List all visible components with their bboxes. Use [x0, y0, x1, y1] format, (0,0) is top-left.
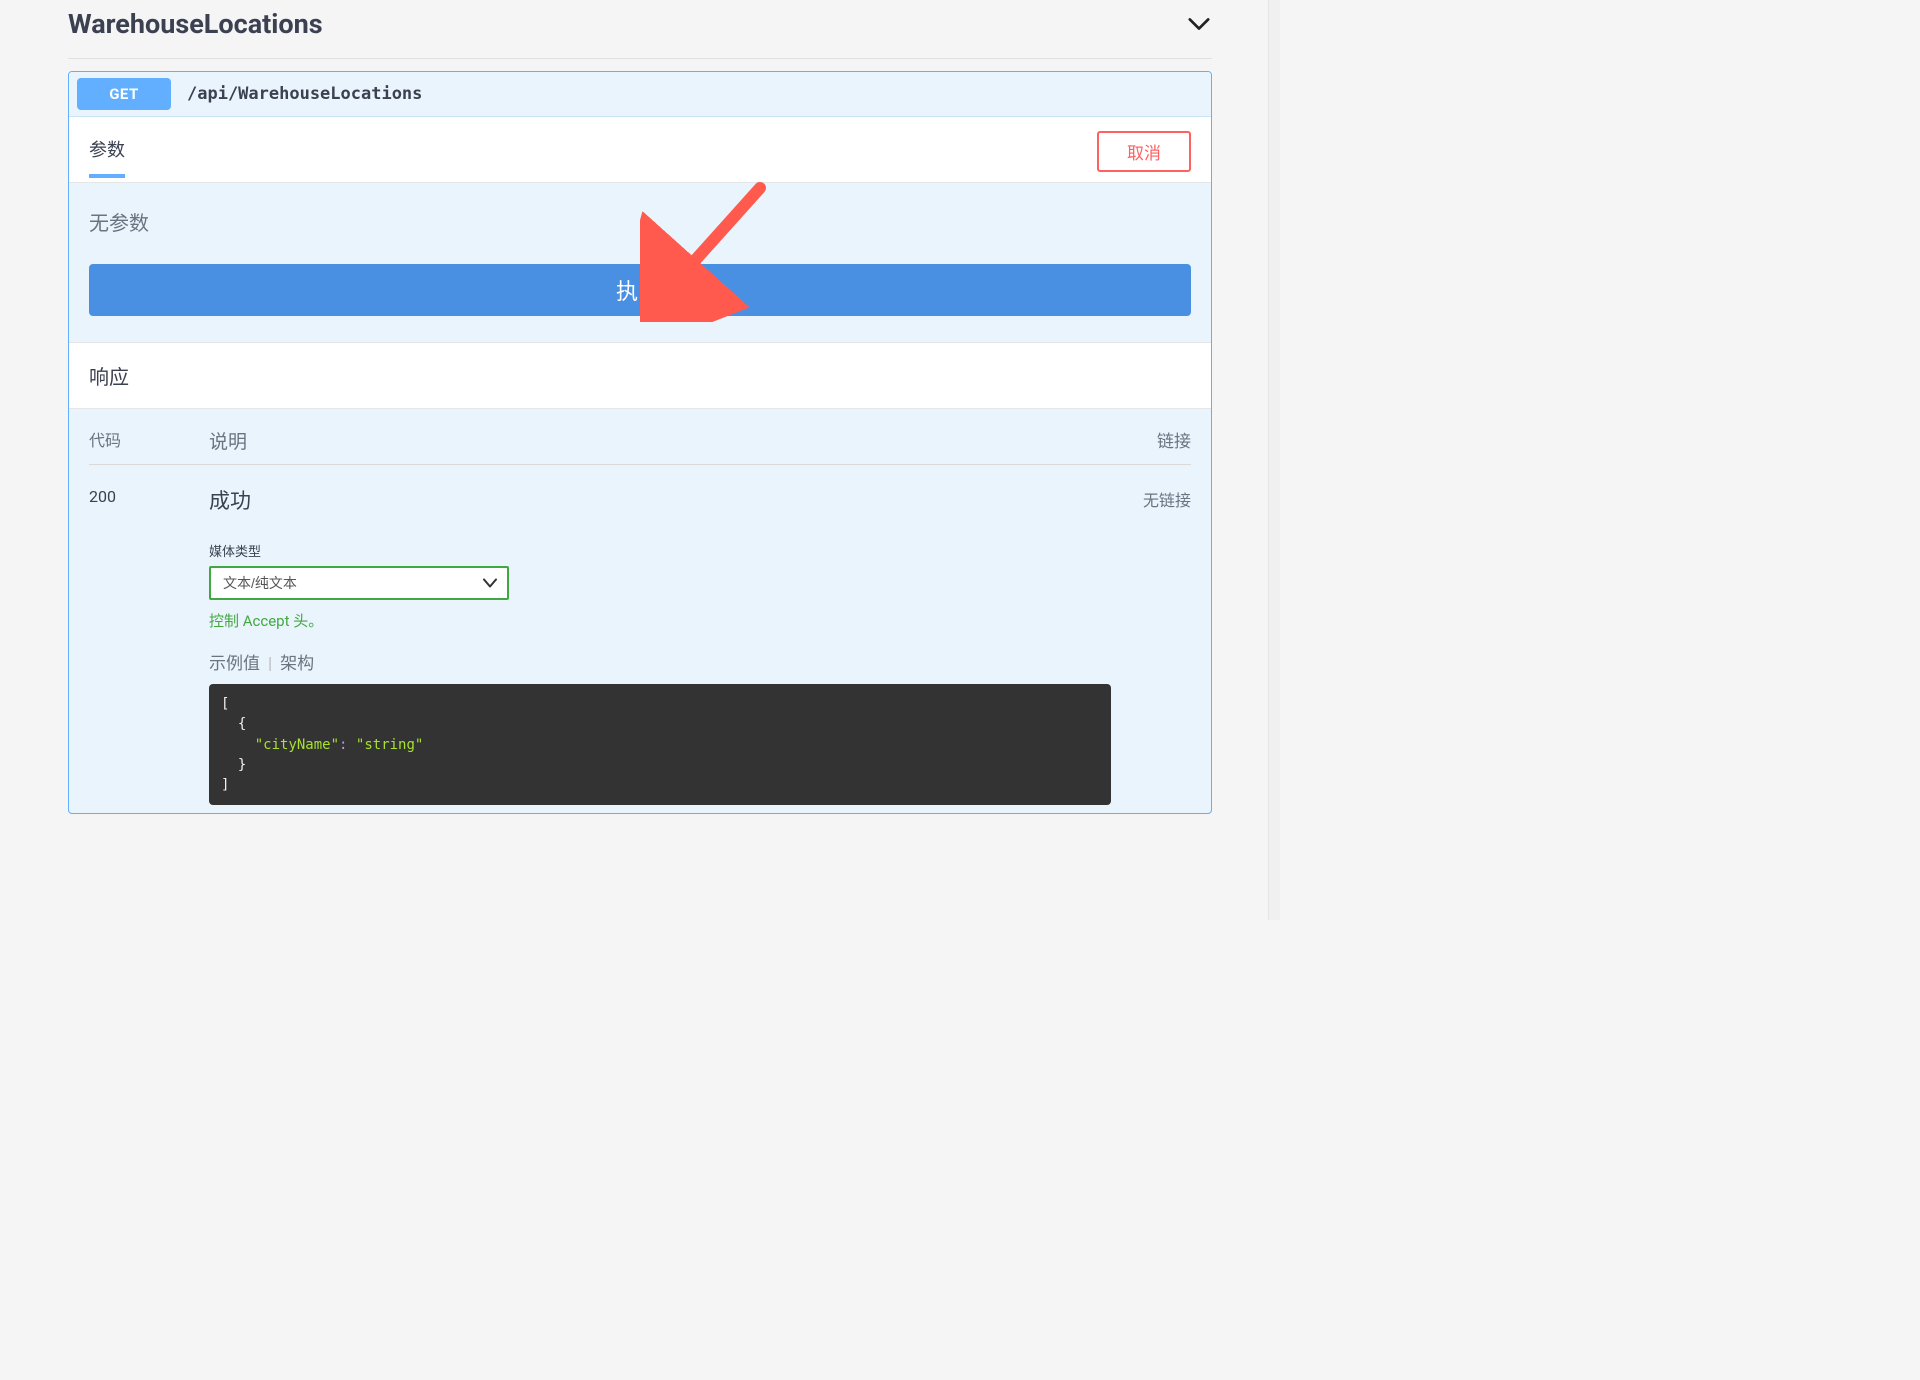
operation-summary[interactable]: GET /api/WarehouseLocations: [69, 72, 1211, 117]
parameters-body: 无参数: [69, 183, 1211, 246]
execute-section: 执行: [69, 246, 1211, 342]
vertical-scrollbar[interactable]: [1268, 0, 1280, 920]
example-tabs: 示例值 | 架构: [209, 649, 1111, 674]
example-code-block: [ { "cityName": "string" } ]: [209, 684, 1111, 805]
responses-table: 代码 说明 链接 200 成功 媒体类型 文本/纯文本: [69, 409, 1211, 813]
cancel-button[interactable]: 取消: [1097, 131, 1191, 172]
media-type-label: 媒体类型: [209, 541, 1111, 560]
chevron-down-icon[interactable]: [1186, 11, 1212, 37]
parameters-tab-bar: 参数 取消: [69, 117, 1211, 183]
response-code: 200: [89, 485, 209, 805]
json-key: cityName: [263, 737, 330, 753]
response-links: 无链接: [1111, 485, 1191, 805]
tab-divider: |: [268, 654, 272, 674]
tab-schema[interactable]: 架构: [280, 654, 314, 674]
response-description-col: 成功 媒体类型 文本/纯文本 控制 Accept 头。 示例值 | 架构: [209, 485, 1111, 805]
execute-button[interactable]: 执行: [89, 264, 1191, 316]
accept-header-note: 控制 Accept 头。: [209, 610, 1111, 631]
endpoint-path: /api/WarehouseLocations: [187, 84, 422, 104]
tab-parameters[interactable]: 参数: [89, 136, 125, 178]
response-row: 200 成功 媒体类型 文本/纯文本 控制 Accept 头。 示: [89, 465, 1191, 805]
responses-title: 响应: [89, 361, 1191, 390]
response-desc-text: 成功: [209, 485, 1111, 515]
section-title: WarehouseLocations: [68, 8, 323, 40]
col-header-desc: 说明: [209, 427, 1111, 454]
responses-head-row: 代码 说明 链接: [89, 427, 1191, 465]
section-header[interactable]: WarehouseLocations: [68, 0, 1212, 59]
no-parameters-text: 无参数: [89, 207, 1191, 236]
operation-block: GET /api/WarehouseLocations 参数 取消 无参数 执行…: [68, 71, 1212, 814]
json-value: string: [364, 737, 415, 753]
http-method-badge: GET: [77, 78, 171, 110]
media-type-select-wrap: 文本/纯文本: [209, 566, 509, 600]
col-header-code: 代码: [89, 427, 209, 454]
col-header-links: 链接: [1111, 427, 1191, 454]
responses-header: 响应: [69, 342, 1211, 409]
tab-example-value[interactable]: 示例值: [209, 654, 260, 674]
media-type-select[interactable]: 文本/纯文本: [209, 566, 509, 600]
